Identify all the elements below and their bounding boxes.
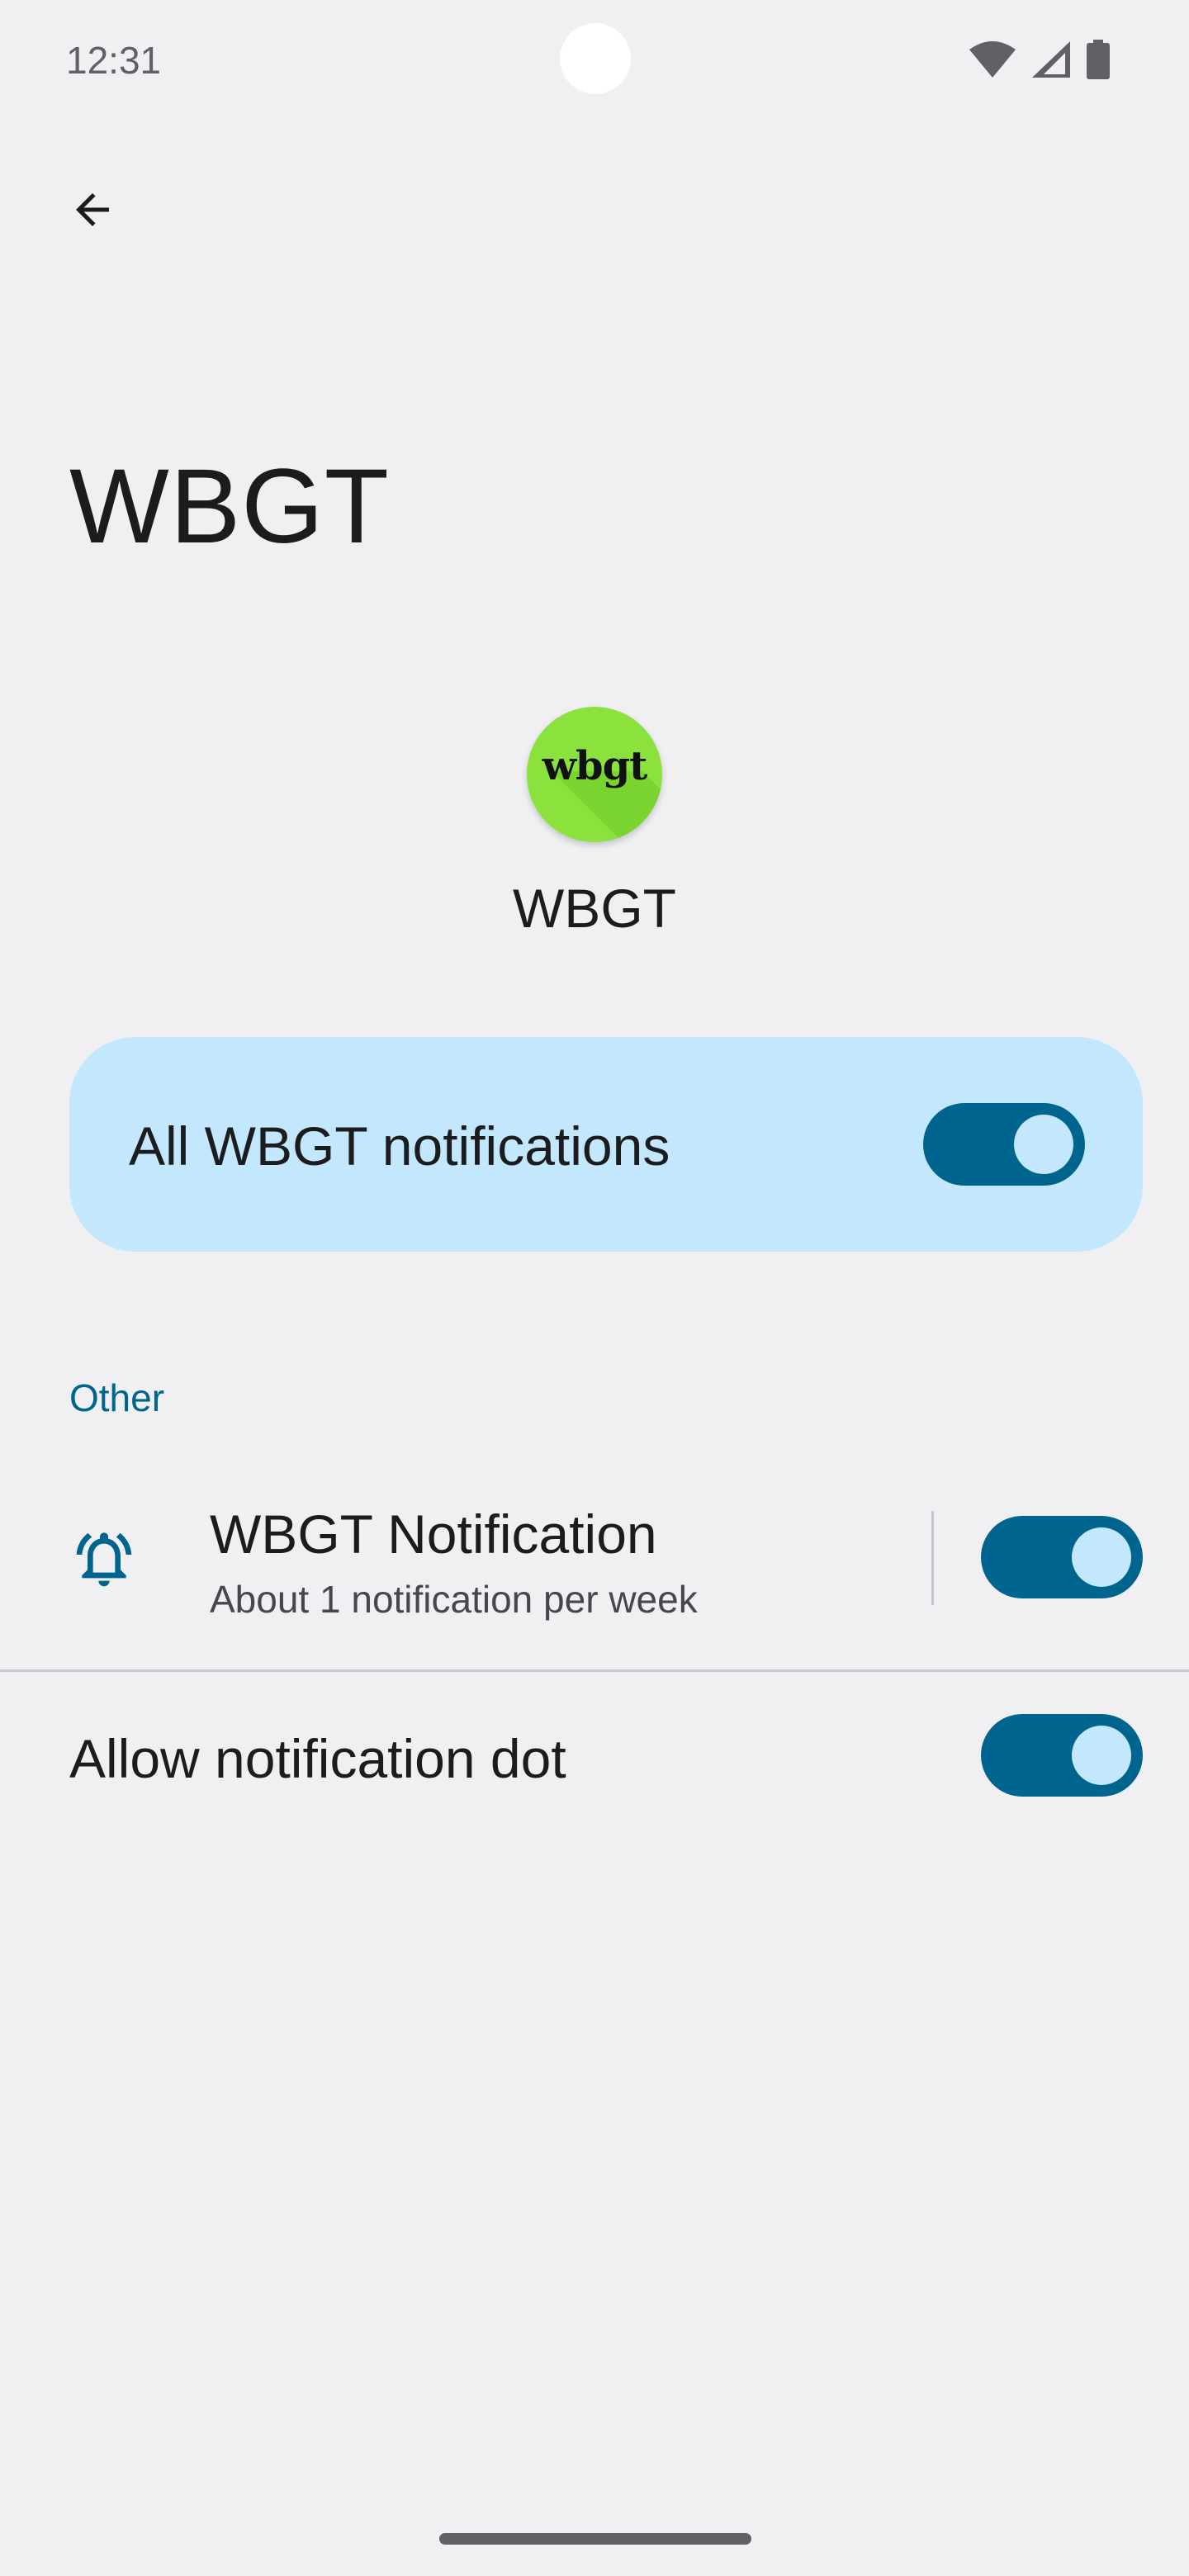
camera-cutout [560, 23, 631, 94]
switch-thumb [1072, 1527, 1131, 1587]
gesture-navigation-handle[interactable] [439, 2533, 751, 2545]
app-icon-text: wbgt [542, 743, 648, 789]
divider [0, 1669, 1189, 1672]
app-icon: wbgt [527, 707, 662, 842]
all-notifications-label: All WBGT notifications [129, 1115, 670, 1177]
notification-settings-screen: 12:31 WBGT wbgt WBGT All WBGT notificati… [0, 0, 1189, 2576]
section-header-other: Other [69, 1376, 165, 1419]
channel-switch[interactable] [981, 1516, 1143, 1598]
notification-dot-row[interactable]: Allow notification dot [0, 1676, 1189, 1841]
status-time: 12:31 [66, 39, 162, 82]
arrow-left-icon [68, 185, 117, 239]
channel-row[interactable]: WBGT Notification About 1 notification p… [0, 1470, 1189, 1668]
page-title: WBGT [69, 447, 390, 566]
all-notifications-switch[interactable] [923, 1103, 1085, 1186]
vertical-divider [931, 1511, 934, 1605]
status-icons [969, 40, 1110, 79]
cell-signal-icon [1032, 41, 1070, 78]
notification-dot-label: Allow notification dot [69, 1728, 566, 1789]
wifi-icon [969, 41, 1016, 78]
switch-thumb [1072, 1726, 1131, 1785]
notification-dot-switch[interactable] [981, 1714, 1143, 1797]
channel-title: WBGT Notification [210, 1503, 657, 1565]
bell-icon [71, 1526, 137, 1596]
battery-icon [1087, 40, 1110, 79]
channel-subtitle: About 1 notification per week [210, 1578, 698, 1621]
switch-thumb [1014, 1115, 1073, 1174]
all-notifications-card[interactable]: All WBGT notifications [69, 1037, 1143, 1252]
back-button[interactable] [46, 165, 139, 258]
app-name: WBGT [513, 878, 676, 939]
